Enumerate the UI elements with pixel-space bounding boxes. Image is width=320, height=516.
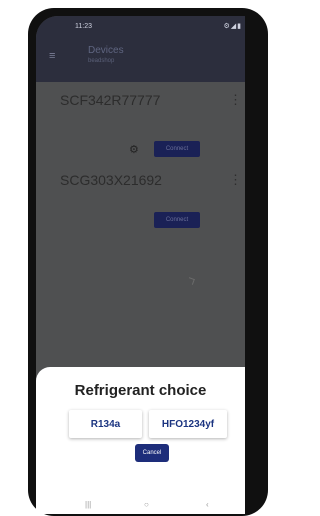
status-bar: 11:23 ⚙◢▮ [36, 16, 245, 38]
menu-icon[interactable]: ≡ [49, 50, 55, 62]
status-time: 11:23 [75, 23, 92, 30]
recents-icon[interactable]: ||| [85, 500, 91, 509]
device-2-overflow-icon[interactable]: ⋮ [229, 172, 242, 188]
connect-button-2[interactable]: Connect [154, 212, 200, 228]
dialog-title: Refrigerant choice [74, 382, 207, 399]
app-bar: ≡ Devices beadshop [36, 38, 245, 82]
loading-spinner-icon [187, 277, 195, 285]
option-r134a-button[interactable]: R134a [69, 410, 142, 438]
back-icon[interactable]: ‹ [206, 500, 209, 509]
device-name-2[interactable]: SCG303X21692 [60, 172, 162, 188]
app-subtitle: beadshop [88, 58, 115, 64]
device-name-1[interactable]: SCF342R77777 [60, 92, 160, 108]
app-screen: 11:23 ⚙◢▮ ≡ Devices beadshop SCF342R7777… [36, 16, 245, 514]
gear-icon[interactable]: ⚙ [129, 143, 139, 156]
device-1-overflow-icon[interactable]: ⋮ [229, 92, 242, 108]
option-hfo1234yf-button[interactable]: HFO1234yf [149, 410, 227, 438]
status-icons: ⚙◢▮ [223, 23, 242, 30]
home-icon[interactable]: ○ [144, 500, 149, 509]
app-title: Devices [88, 45, 124, 56]
system-nav-bar: ||| ○ ‹ [36, 497, 245, 514]
connect-button-1[interactable]: Connect [154, 141, 200, 157]
cancel-button[interactable]: Cancel [135, 444, 169, 462]
refrigerant-dialog: Refrigerant choice R134a HFO1234yf Cance… [36, 367, 245, 497]
